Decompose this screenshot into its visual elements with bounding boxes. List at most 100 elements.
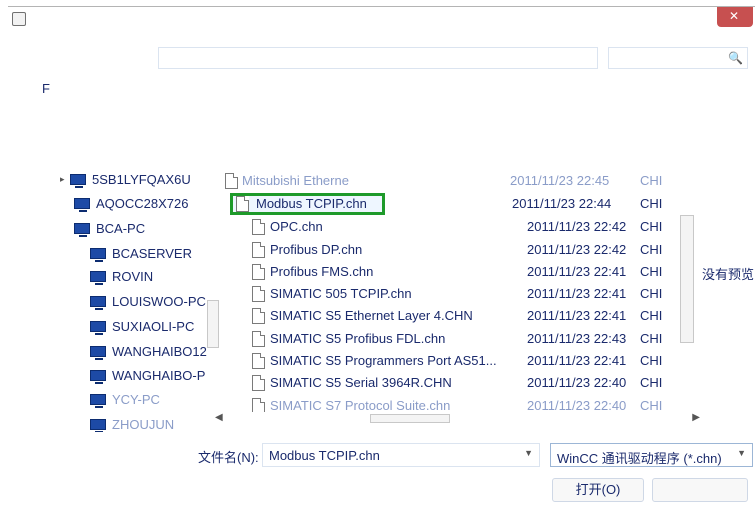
nav-item[interactable]: WANGHAIBO12 [90,340,207,362]
file-row[interactable]: Profibus DP.chn 2011/11/23 22:42 CHI [220,239,680,261]
file-date: 2011/11/23 22:41 [527,264,627,279]
nav-item-label: WANGHAIBO-P [112,367,206,383]
nav-item-label: AQOCC28X726 [96,195,189,211]
document-icon [252,219,265,235]
nav-item[interactable]: WANGHAIBO-P [90,364,205,386]
navigation-scrollbar[interactable] [207,300,219,348]
file-date: 2011/11/23 22:41 [527,353,627,368]
file-date: 2011/11/23 22:41 [527,286,627,301]
file-type: CHI [640,398,663,412]
file-row[interactable]: Mitsubishi Etherne 2011/11/23 22:45 CHI [220,170,680,192]
nav-item[interactable]: SUXIAOLI-PC [90,315,194,337]
file-row[interactable]: SIMATIC S5 Profibus FDL.chn 2011/11/23 2… [220,328,680,350]
title-bar [8,6,755,32]
file-list-scrollbar[interactable] [680,215,694,343]
file-list: Mitsubishi Etherne 2011/11/23 22:45 CHI … [220,168,680,412]
file-name: SIMATIC S7 Protocol Suite.chn [270,398,451,412]
file-date: 2011/11/23 22:41 [527,308,627,323]
scroll-left-icon[interactable]: ◀ [215,412,223,423]
nav-item-label: SUXIAOLI-PC [112,318,195,334]
file-name: SIMATIC S5 Programmers Port AS51... [270,353,497,368]
file-date: 2011/11/23 22:43 [527,331,627,346]
file-type-select[interactable]: WinCC 通讯驱动程序 (*.chn) ▼ [550,443,753,467]
computer-icon [90,418,106,432]
file-date: 2011/11/23 22:42 [527,242,627,257]
nav-item[interactable]: AQOCC28X726 [74,192,189,214]
file-type: CHI [640,375,663,390]
document-icon [252,398,265,412]
document-icon [252,308,265,324]
file-name: Modbus TCPIP.chn [256,196,367,211]
expand-icon[interactable]: ▸ [60,174,68,185]
nav-item-label: YCY-PC [112,391,160,407]
document-icon [252,353,265,369]
file-type: CHI [640,286,663,301]
nav-item[interactable]: YCY-PC [90,388,160,410]
scroll-thumb[interactable] [370,414,450,423]
computer-icon [90,369,106,384]
file-row[interactable]: SIMATIC S5 Serial 3964R.CHN 2011/11/23 2… [220,372,680,394]
file-type: CHI [640,353,663,368]
selected-file-meta[interactable]: 2011/11/23 22:44 CHI [510,193,680,215]
file-row[interactable]: SIMATIC S7 Protocol Suite.chn 2011/11/23… [220,395,680,412]
file-name: SIMATIC 505 TCPIP.chn [270,286,412,301]
filename-input[interactable]: Modbus TCPIP.chn ▼ [262,443,540,467]
file-date: 2011/11/23 22:40 [527,398,627,412]
nav-item[interactable]: ROVIN [90,265,153,287]
document-icon [236,196,249,212]
nav-item-label: ROVIN [112,268,154,284]
file-name: Profibus DP.chn [270,242,363,257]
nav-item-label: BCASERVER [112,245,192,261]
file-type: CHI [640,242,663,257]
file-date: 2011/11/23 22:40 [527,375,627,390]
navigation-pane: ▸ 5SB1LYFQAX6U AQOCC28X726 BCA-PC BCASER… [50,168,220,432]
file-type: CHI [640,331,663,346]
app-icon [12,12,26,26]
cancel-button[interactable] [652,478,748,502]
file-type: CHI [640,219,663,234]
toolbar-label[interactable]: F [42,81,50,96]
nav-item[interactable]: ZHOUJUN [90,413,174,432]
chevron-down-icon[interactable]: ▼ [524,448,533,458]
path-field[interactable] [158,47,598,69]
file-name: SIMATIC S5 Profibus FDL.chn [270,331,446,346]
file-row[interactable]: SIMATIC S5 Programmers Port AS51... 2011… [220,350,680,372]
scroll-right-icon[interactable]: ▶ [692,412,700,423]
preview-placeholder: 没有预览 [702,267,755,282]
file-name: Mitsubishi Etherne [242,173,349,188]
file-row[interactable]: OPC.chn 2011/11/23 22:42 CHI [220,216,680,238]
file-name: Profibus FMS.chn [270,264,374,279]
document-icon [252,242,265,258]
file-name: SIMATIC S5 Serial 3964R.CHN [270,375,452,390]
file-row-selected[interactable]: Modbus TCPIP.chn [230,193,385,215]
document-icon [225,173,238,189]
search-icon[interactable]: 🔍 [728,51,743,65]
file-name: OPC.chn [270,219,323,234]
nav-item[interactable]: BCA-PC [74,217,145,239]
nav-item[interactable]: LOUISWOO-PC [90,290,206,312]
search-input[interactable]: 🔍 [608,47,748,69]
file-row[interactable]: SIMATIC S5 Ethernet Layer 4.CHN 2011/11/… [220,305,680,327]
chevron-down-icon[interactable]: ▼ [737,448,746,458]
nav-item-label: LOUISWOO-PC [112,293,206,309]
computer-icon [90,270,106,285]
nav-item-label: WANGHAIBO12 [112,343,207,359]
document-icon [252,331,265,347]
horizontal-scrollbar[interactable]: ◀ ▶ [215,412,700,426]
nav-item[interactable]: ▸ 5SB1LYFQAX6U [60,168,191,190]
file-date: 2011/11/23 22:44 [512,196,612,211]
document-icon [252,286,265,302]
computer-icon [90,320,106,335]
document-icon [252,375,265,391]
close-button[interactable] [717,7,753,27]
file-name: SIMATIC S5 Ethernet Layer 4.CHN [270,308,473,323]
open-button[interactable]: 打开(O) [552,478,644,502]
file-type: CHI [640,196,663,211]
file-row[interactable]: SIMATIC 505 TCPIP.chn 2011/11/23 22:41 C… [220,283,680,305]
file-row[interactable]: Profibus FMS.chn 2011/11/23 22:41 CHI [220,261,680,283]
file-date: 2011/11/23 22:45 [510,173,610,188]
computer-icon [90,247,106,262]
filename-label: 文件名(N): [198,450,259,465]
nav-item[interactable]: BCASERVER [90,242,192,264]
file-type-value: WinCC 通讯驱动程序 (*.chn) [557,451,722,466]
